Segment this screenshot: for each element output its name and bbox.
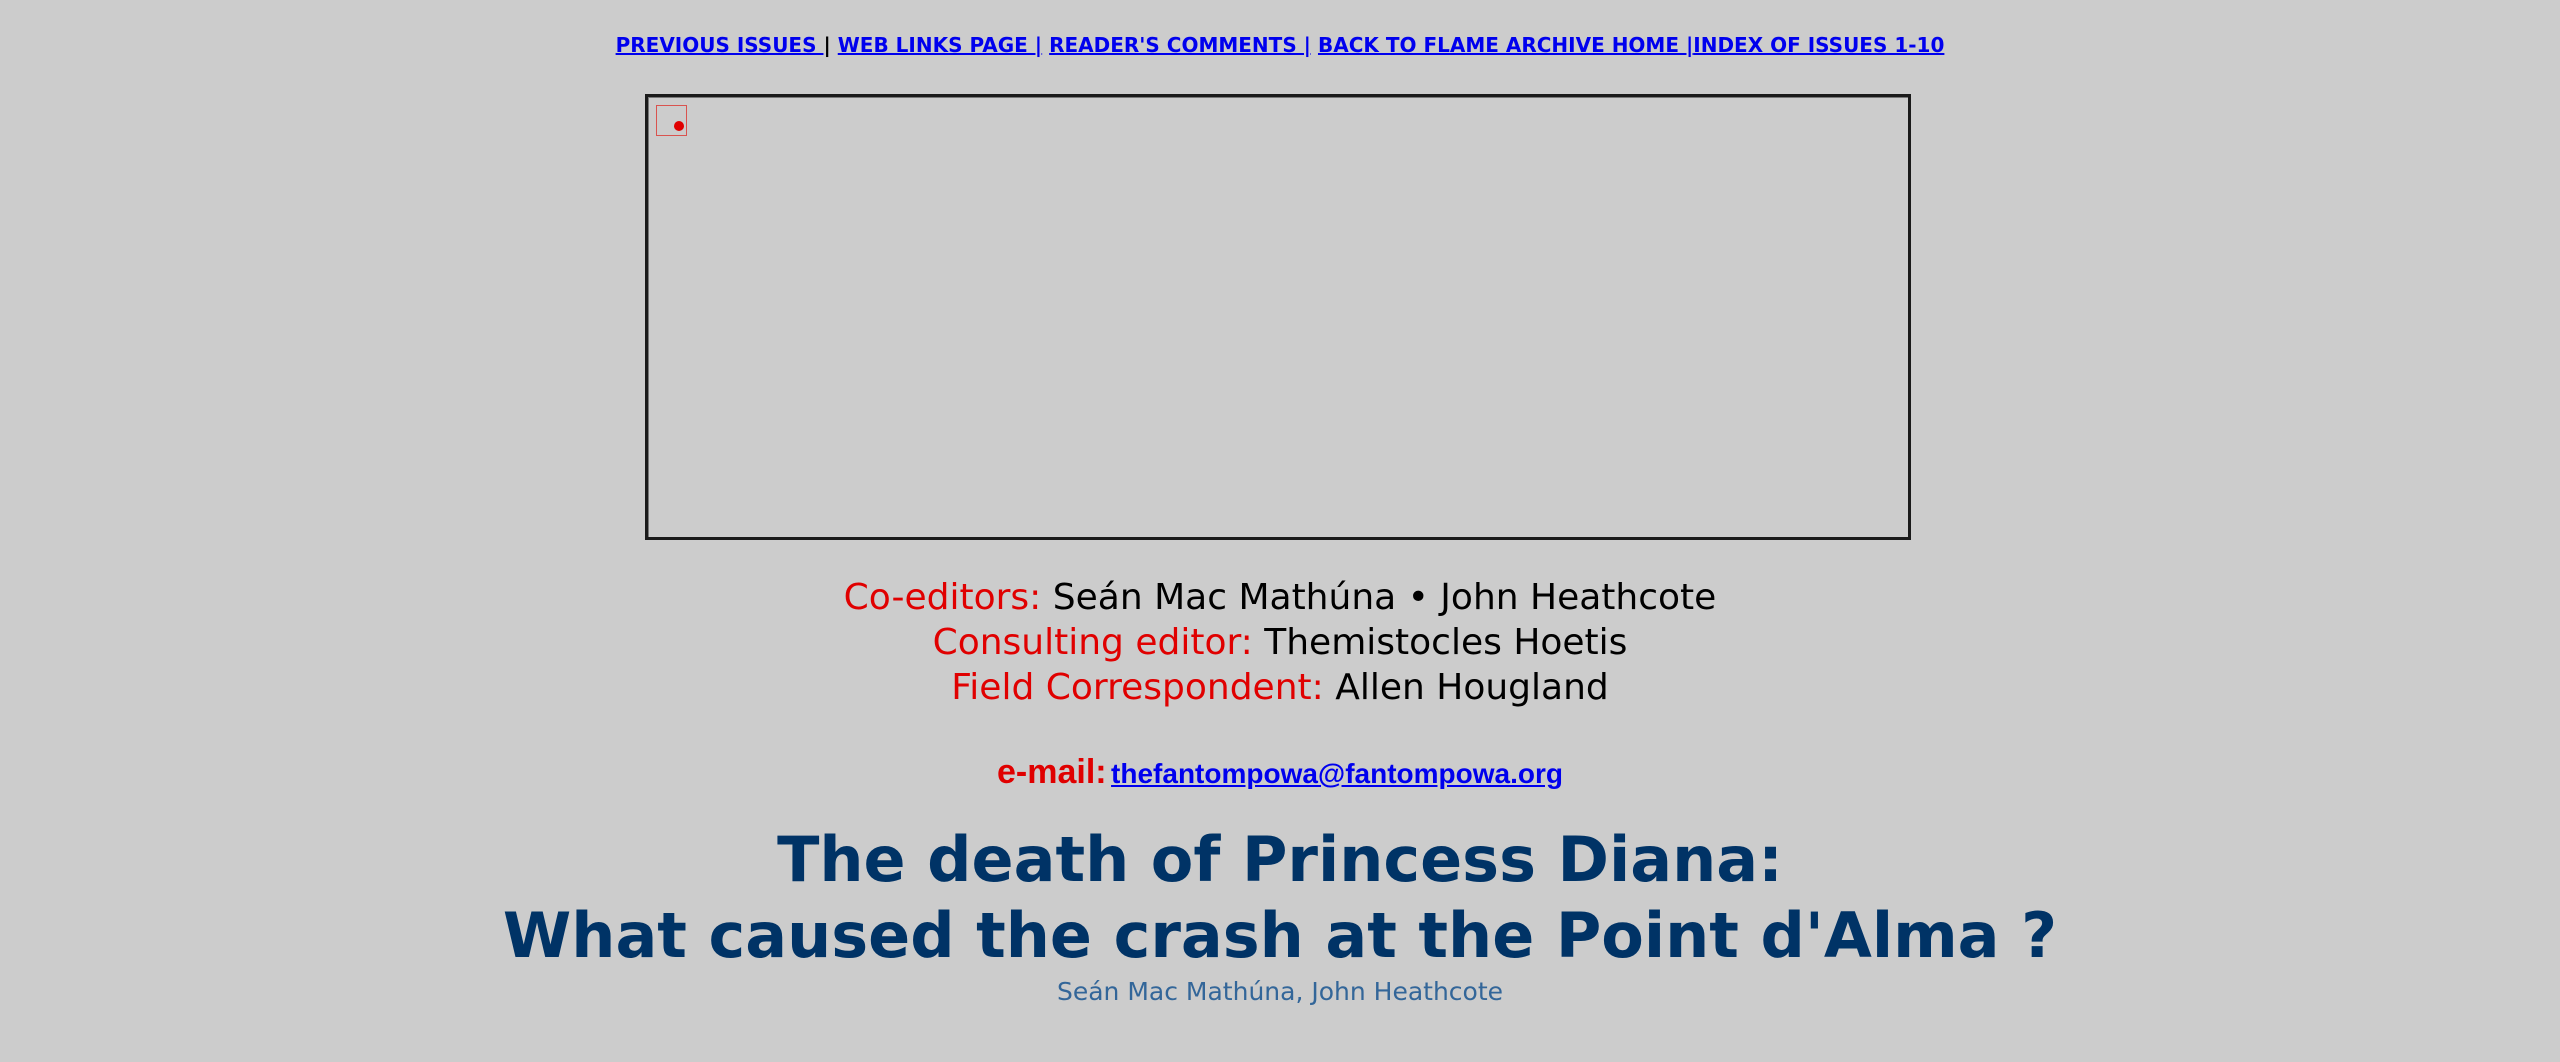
consulting-editor-name: Themistocles Hoetis (1264, 622, 1628, 663)
consulting-editor-line: Consulting editor: Themistocles Hoetis (0, 620, 2560, 665)
article-headline: The death of Princess Diana: What caused… (0, 822, 2560, 974)
headline-line-2: What caused the crash at the Point d'Alm… (502, 899, 2058, 972)
nav-link-web-links[interactable]: WEB LINKS PAGE | (838, 33, 1042, 57)
broken-image-icon (656, 105, 687, 136)
article-byline: Seán Mac Mathúna, John Heathcote (1056, 977, 1504, 1006)
field-correspondent-label: Field Correspondent: (951, 667, 1324, 708)
editorial-credits: Co-editors: Seán Mac Mathúna • John Heat… (0, 575, 2560, 710)
banner-image-frame (645, 94, 1911, 540)
nav-separator (1311, 33, 1318, 57)
coeditors-names: Seán Mac Mathúna • John Heathcote (1052, 577, 1717, 618)
field-correspondent-name: Allen Hougland (1335, 667, 1609, 708)
nav-separator: | (823, 33, 838, 57)
nav-link-archive-home[interactable]: BACK TO FLAME ARCHIVE HOME | (1318, 33, 1693, 57)
email-link[interactable]: thefantompowa@fantompowa.org (1111, 758, 1563, 789)
nav-link-previous-issues[interactable]: PREVIOUS ISSUES (616, 33, 824, 57)
top-navigation: PREVIOUS ISSUES | WEB LINKS PAGE | READE… (0, 31, 2560, 59)
headline-line-1: The death of Princess Diana: (777, 823, 1783, 896)
email-label: e-mail: (997, 753, 1107, 791)
nav-link-readers-comments[interactable]: READER'S COMMENTS | (1049, 33, 1311, 57)
email-line: e-mail: thefantompowa@fantompowa.org (0, 753, 2560, 792)
coeditors-label: Co-editors: (843, 577, 1042, 618)
field-correspondent-line: Field Correspondent: Allen Hougland (0, 665, 2560, 710)
consulting-editor-label: Consulting editor: (932, 622, 1253, 663)
nav-link-index-issues[interactable]: INDEX OF ISSUES 1-10 (1693, 33, 1944, 57)
coeditors-line: Co-editors: Seán Mac Mathúna • John Heat… (0, 575, 2560, 620)
